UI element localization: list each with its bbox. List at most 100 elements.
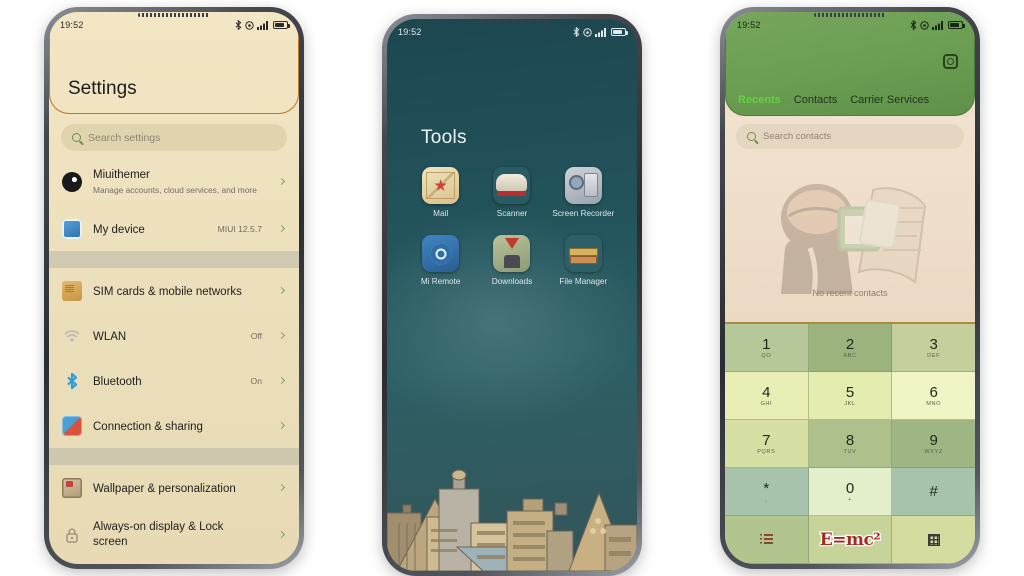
settings-item-label: Wallpaper & personalization: [93, 482, 236, 495]
search-contacts-input[interactable]: Search contacts: [736, 124, 964, 149]
connection-icon: [62, 415, 82, 436]
search-settings-input[interactable]: Search settings: [61, 124, 287, 151]
settings-item-display[interactable]: Display: [49, 559, 299, 564]
dialpad-key-number: 8: [845, 431, 855, 449]
bluetooth-status-icon: [910, 20, 917, 30]
search-icon: [747, 132, 756, 141]
dialpad-key-6[interactable]: 6 MNO: [892, 372, 975, 420]
dialpad-key-7[interactable]: 7 PQRS: [725, 420, 809, 468]
bluetooth-status-icon: [573, 27, 580, 37]
tab-recents[interactable]: Recents: [738, 94, 781, 106]
dialpad-key-5[interactable]: 5 JKL: [808, 372, 893, 420]
call-button-label: E=mc²: [819, 528, 882, 551]
dialpad-key-8[interactable]: 8 TUV: [808, 420, 893, 468]
bluetooth-icon: [62, 371, 82, 391]
dialpad-key-letters: PQRS: [757, 448, 776, 455]
phone-dialer: No recent contacts Search contacts 19:52: [720, 7, 980, 569]
settings-item-my-device[interactable]: My device MIUI 12.5.7: [49, 206, 299, 251]
settings-item-sim-cards[interactable]: SIM cards & mobile networks: [49, 268, 299, 313]
dialpad-key-number: #: [929, 482, 938, 500]
contacts-list-button[interactable]: [725, 516, 809, 564]
chevron-right-icon: [277, 224, 286, 233]
app-screen-recorder[interactable]: Screen Recorder: [552, 167, 614, 219]
search-icon: [72, 133, 81, 142]
app-downloads[interactable]: Downloads: [481, 235, 543, 287]
chevron-right-icon: [277, 331, 286, 340]
dialpad-row: * , 0 + #: [725, 468, 975, 516]
mail-app-icon: [422, 167, 460, 204]
app-scanner[interactable]: Scanner: [481, 167, 543, 219]
settings-item-miuithemer[interactable]: Miuithemer Manage accounts, cloud servic…: [49, 157, 299, 206]
status-icons: [235, 20, 290, 30]
dialpad-key-9[interactable]: 9 WXYZ: [892, 420, 975, 468]
dialpad-key-4[interactable]: 4 GHI: [725, 372, 809, 420]
signal-status-icon: [595, 27, 606, 37]
dialpad-key-hash[interactable]: #: [892, 468, 975, 516]
wallpaper-skyline: [387, 469, 637, 571]
app-mi-remote[interactable]: Mi Remote: [410, 235, 472, 287]
status-time: 19:52: [398, 27, 422, 37]
dialpad-key-number: 2: [845, 335, 855, 353]
dialpad-key-letters: GHI: [760, 400, 773, 407]
dnd-status-icon: [583, 27, 592, 37]
contacts-list-icon: [759, 534, 773, 545]
settings-item-wlan[interactable]: WLAN Off: [49, 313, 299, 358]
status-icons: [910, 20, 965, 30]
lock-icon: [62, 525, 82, 545]
settings-item-label: Always-on display & Lock screen: [93, 521, 224, 548]
keypad-toggle-button[interactable]: [892, 516, 975, 564]
dialpad-row: 4 GHI 5 JKL 6 MNO: [725, 372, 975, 420]
account-icon: [62, 171, 82, 192]
settings-gear-icon[interactable]: [943, 54, 958, 69]
tab-carrier-services[interactable]: Carrier Services: [850, 94, 929, 106]
dialpad-key-number: 9: [929, 431, 938, 449]
settings-list[interactable]: Search settings Miuithemer Manage accoun…: [49, 114, 299, 564]
settings-item-connection-sharing[interactable]: Connection & sharing: [49, 403, 299, 448]
dialpad-key-letters: MNO: [926, 400, 942, 407]
settings-item-label: Connection & sharing: [93, 420, 203, 433]
dialer-tabs[interactable]: Recents Contacts Carrier Services: [726, 94, 974, 106]
dialpad-key-1[interactable]: 1 QO: [725, 324, 809, 372]
dialpad-key-letters: +: [848, 496, 852, 503]
dialpad-key-letters: ,: [765, 496, 768, 503]
dialpad[interactable]: 1 QO 2 ABC 3 DEF 4 GHI 5 JKL 6 MNO 7 PQR…: [725, 322, 975, 564]
app-label: Mail: [433, 209, 449, 218]
call-button[interactable]: E=mc²: [808, 516, 893, 564]
empty-state-text: No recent contacts: [812, 288, 888, 298]
settings-item-label: WLAN: [93, 330, 127, 343]
settings-item-subtitle: Manage accounts, cloud services, and mor…: [93, 184, 257, 195]
settings-screen: 19:52 Settings Search settings Miuitheme…: [49, 12, 299, 564]
settings-item-always-on-display[interactable]: Always-on display & Lock screen: [49, 510, 299, 559]
status-time: 19:52: [737, 20, 761, 30]
settings-item-value: On: [250, 375, 262, 386]
dialpad-key-letters: WXYZ: [924, 448, 943, 455]
dialpad-key-number: 0: [845, 479, 855, 497]
dialpad-key-0[interactable]: 0 +: [808, 468, 893, 516]
file-manager-app-icon: [564, 235, 602, 273]
mi-remote-app-icon: [422, 235, 460, 273]
dialpad-key-letters: JKL: [844, 400, 856, 407]
chevron-right-icon: [277, 530, 286, 539]
dialpad-row: 7 PQRS 8 TUV 9 WXYZ: [725, 420, 975, 468]
dialpad-key-star[interactable]: * ,: [725, 468, 809, 516]
settings-item-label: My device: [93, 223, 145, 236]
app-mail[interactable]: Mail: [410, 167, 472, 219]
folder-title: Tools: [421, 127, 467, 148]
empty-state-illustration: [781, 184, 927, 295]
app-file-manager[interactable]: File Manager: [552, 235, 614, 287]
settings-item-bluetooth[interactable]: Bluetooth On: [49, 358, 299, 403]
dialpad-key-3[interactable]: 3 DEF: [892, 324, 975, 372]
dialpad-key-2[interactable]: 2 ABC: [808, 324, 893, 372]
dnd-status-icon: [245, 20, 254, 30]
app-label: Mi Remote: [420, 277, 461, 287]
settings-item-wallpaper[interactable]: Wallpaper & personalization: [49, 465, 299, 510]
earpiece-speaker: [814, 13, 886, 17]
settings-item-label: Miuithemer: [93, 169, 150, 182]
settings-item-value: MIUI 12.5.7: [217, 223, 262, 234]
scanner-app-icon: [493, 167, 531, 204]
battery-status-icon: [611, 28, 628, 36]
status-icons: [573, 27, 628, 37]
tab-contacts[interactable]: Contacts: [794, 94, 837, 106]
dialer-header: 19:52 Recents Contacts Carrier Services: [725, 12, 975, 116]
earpiece-speaker: [138, 13, 210, 17]
